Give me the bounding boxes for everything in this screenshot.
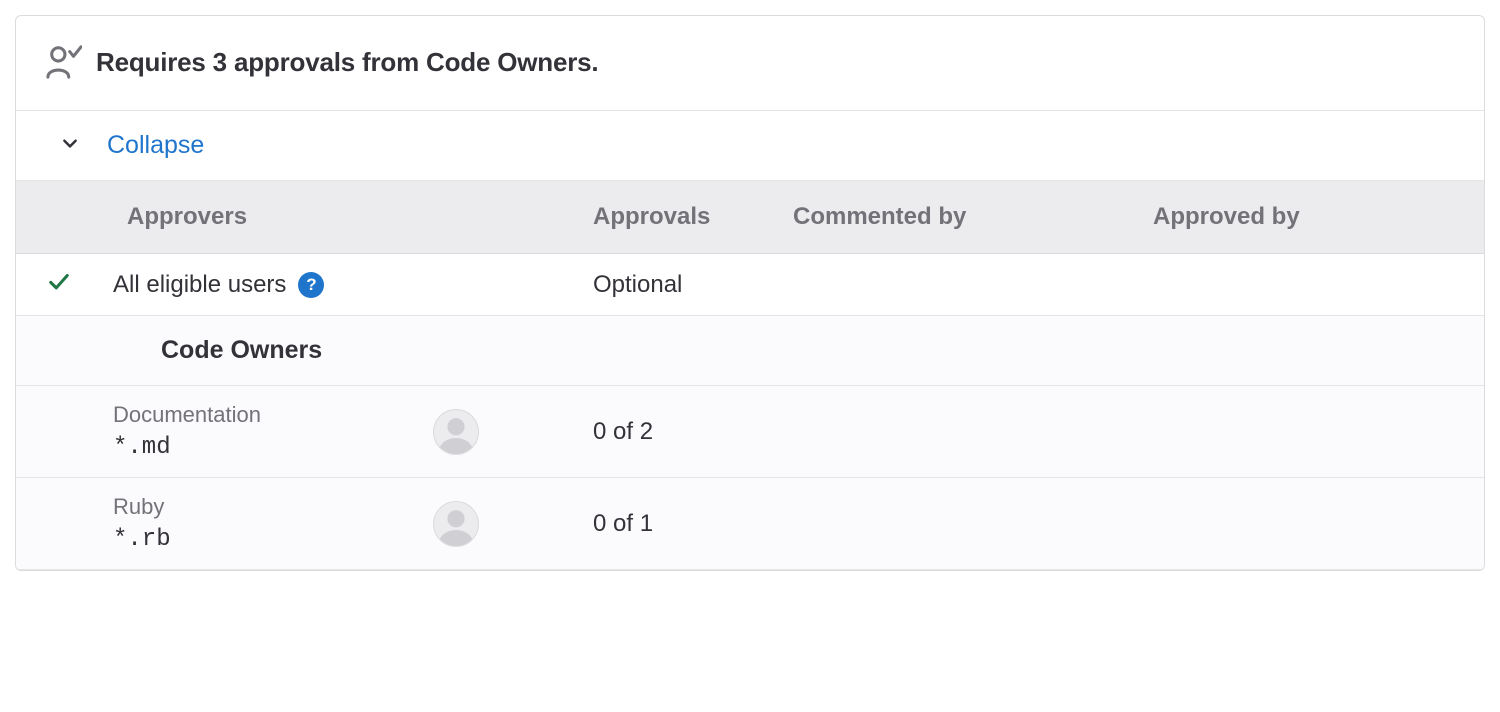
- panel-title: Requires 3 approvals from Code Owners.: [96, 47, 598, 78]
- avatar[interactable]: [433, 501, 479, 547]
- eligible-users-row: All eligible users ? Optional: [16, 254, 1484, 316]
- collapse-bar: Collapse: [16, 111, 1484, 181]
- owner-name: Documentation: [113, 402, 261, 428]
- panel-header: Requires 3 approvals from Code Owners.: [16, 16, 1484, 111]
- table-header-row: Approvers Approvals Commented by Approve…: [16, 181, 1484, 254]
- approvals-table: Approvers Approvals Commented by Approve…: [16, 181, 1484, 570]
- eligible-users-label: All eligible users: [113, 271, 286, 299]
- eligible-approvals: Optional: [581, 254, 781, 316]
- check-icon: [48, 271, 70, 298]
- col-approved-by: Approved by: [1141, 181, 1484, 254]
- help-icon[interactable]: ?: [298, 272, 324, 298]
- collapse-link[interactable]: Collapse: [107, 131, 204, 160]
- owner-pattern: *.md: [113, 434, 261, 461]
- approvals-panel: Requires 3 approvals from Code Owners. C…: [15, 15, 1485, 571]
- owner-pattern: *.rb: [113, 526, 171, 553]
- code-owners-section-row: Code Owners: [16, 316, 1484, 386]
- owner-row: Documentation *.md 0 of 2: [16, 386, 1484, 478]
- avatar[interactable]: [433, 409, 479, 455]
- code-owners-section-label: Code Owners: [101, 316, 1484, 386]
- owner-approvals: 0 of 2: [581, 386, 781, 478]
- owner-row: Ruby *.rb 0 of 1: [16, 478, 1484, 570]
- col-approvals: Approvals: [581, 181, 781, 254]
- chevron-down-icon[interactable]: [61, 134, 79, 157]
- col-commented-by: Commented by: [781, 181, 1141, 254]
- owner-approvals: 0 of 1: [581, 478, 781, 570]
- col-approvers: Approvers: [101, 181, 581, 254]
- owner-name: Ruby: [113, 494, 171, 520]
- user-check-icon: [46, 44, 82, 80]
